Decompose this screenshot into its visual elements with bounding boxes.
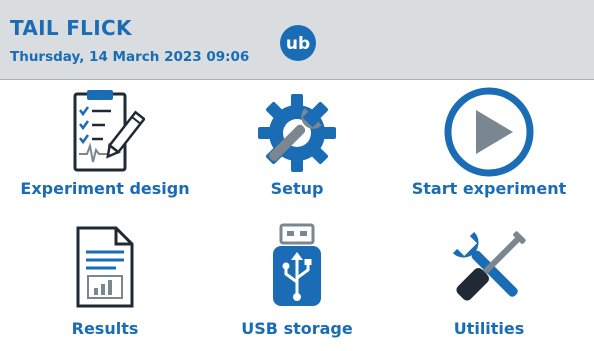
usb-storage-label: USB storage [241,319,353,338]
document-chart-icon [76,226,134,308]
date-time: Thursday, 14 March 2023 09:06 [10,49,250,65]
header-bar: TAIL FLICK Thursday, 14 March 2023 09:06… [0,0,594,80]
usb-drive-icon [273,223,321,306]
svg-text:ub: ub [286,34,310,54]
setup-label: Setup [270,179,324,198]
tools-icon [452,231,526,301]
setup-button[interactable]: Setup [202,82,392,212]
utilities-label: Utilities [453,319,525,338]
usb-storage-button[interactable]: USB storage [202,218,392,348]
results-button[interactable]: Results [10,218,200,348]
app-title: TAIL FLICK [10,16,132,40]
utilities-button[interactable]: Utilities [394,218,584,348]
ub-logo-icon: ub [280,25,316,61]
start-experiment-label: Start experiment [411,179,567,198]
experiment-design-label: Experiment design [20,179,190,198]
clipboard-pencil-icon [73,90,145,172]
start-experiment-button[interactable]: Start experiment [394,82,584,212]
experiment-design-button[interactable]: Experiment design [10,82,200,212]
play-circle-icon [444,87,534,177]
gear-wrench-icon [258,94,336,172]
results-label: Results [71,319,139,338]
